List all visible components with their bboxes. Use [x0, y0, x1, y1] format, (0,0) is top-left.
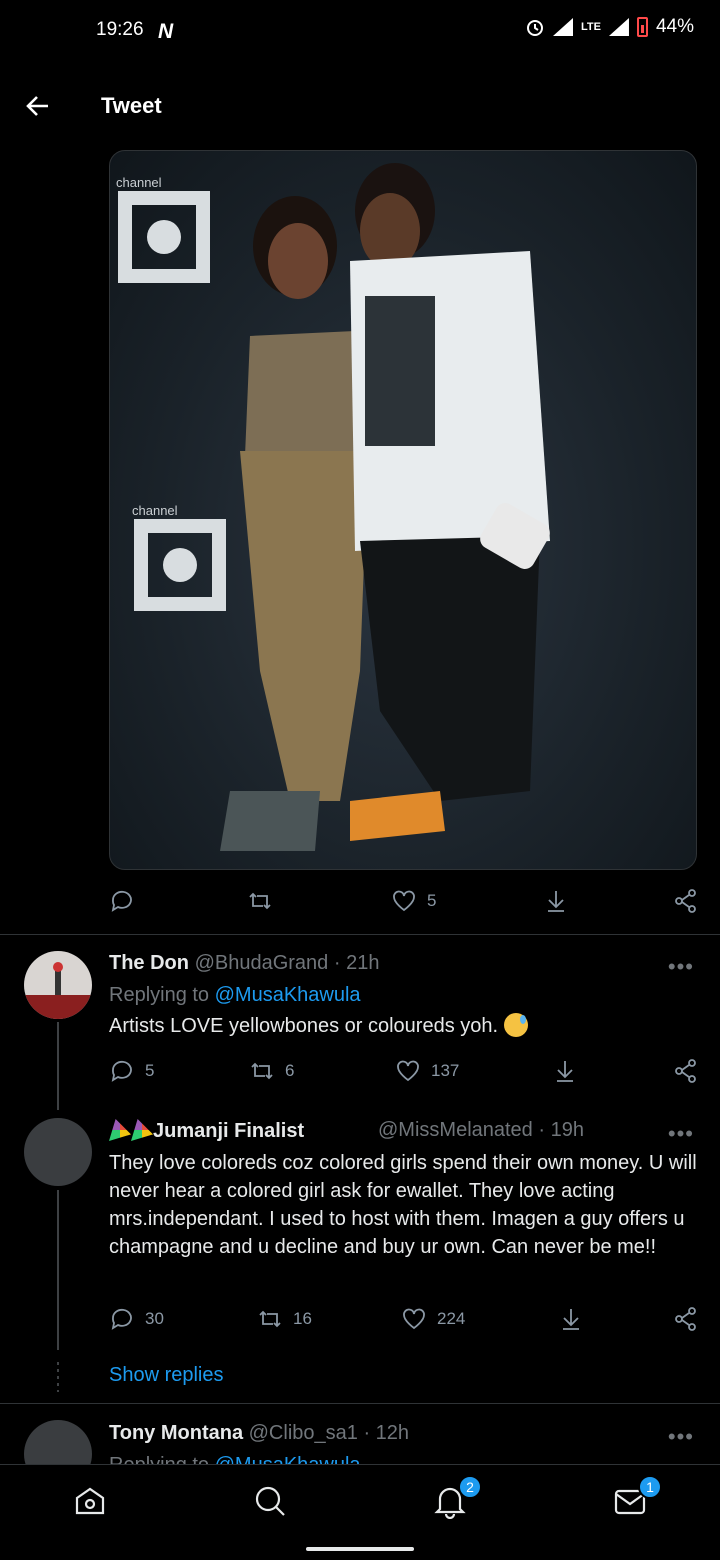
main-tweet-actions: 5 [109, 888, 699, 918]
retweet-count: 16 [293, 1309, 312, 1328]
thread-line-dotted [57, 1362, 59, 1392]
display-name: Tony Montana [109, 1422, 244, 1444]
reply-icon [111, 1060, 132, 1082]
replying-to: Replying to @MusaKhawula [109, 984, 361, 1007]
battery-icon [636, 17, 648, 37]
handle: @Clibo_sa1 [248, 1422, 358, 1444]
download-icon [557, 1061, 573, 1082]
reply-author[interactable]: Jumanji Finalist [109, 1119, 304, 1143]
nav-messages[interactable]: 1 [612, 1475, 662, 1523]
like-count: 5 [427, 891, 437, 910]
more-options-icon[interactable]: ••• [668, 954, 694, 980]
timestamp: · 21h [333, 952, 380, 974]
share-icon [675, 1059, 696, 1083]
heart-icon [393, 890, 415, 912]
photo-people [220, 163, 550, 851]
reply-button[interactable] [109, 888, 135, 914]
heart-icon [403, 1308, 425, 1330]
party-popper-icon [109, 1119, 131, 1141]
show-replies-link[interactable]: Show replies [109, 1364, 224, 1387]
retweet-button[interactable]: 6 [249, 1058, 294, 1084]
notifications-badge: 2 [458, 1475, 482, 1499]
thread-line [57, 1190, 59, 1350]
retweet-button[interactable] [247, 888, 273, 914]
reply-icon [111, 890, 132, 912]
reply-author[interactable]: The Don @BhudaGrand · 21h [109, 952, 379, 975]
avatar[interactable] [24, 951, 92, 1019]
status-time: 19:26 [96, 19, 144, 40]
share-icon [675, 889, 696, 913]
reply-text-content: Artists LOVE yellowbones or coloureds yo… [109, 1015, 499, 1037]
reply-icon [111, 1308, 132, 1330]
reply-count: 30 [145, 1309, 164, 1328]
divider [0, 1403, 720, 1404]
messages-badge: 1 [638, 1475, 662, 1499]
reply-button[interactable]: 30 [109, 1306, 164, 1332]
retweet-icon [249, 892, 271, 910]
download-icon [563, 1309, 579, 1330]
gesture-bar [306, 1547, 414, 1551]
display-name: Jumanji Finalist [153, 1120, 305, 1142]
more-options-icon[interactable]: ••• [668, 1121, 694, 1147]
page-title: Tweet [101, 93, 162, 118]
like-count: 224 [437, 1309, 466, 1328]
home-icon [75, 1487, 105, 1515]
retweet-count: 6 [285, 1061, 295, 1080]
download-icon [548, 891, 564, 912]
nav-home[interactable] [72, 1483, 112, 1523]
battery-percent: 44% [655, 16, 694, 37]
lte-indicator: LTE [581, 21, 601, 33]
reply-actions: 30 16 224 [109, 1306, 699, 1336]
handle: @BhudaGrand [194, 952, 329, 974]
timestamp: · 19h [538, 1119, 584, 1141]
like-button[interactable]: 5 [391, 888, 436, 914]
download-button[interactable] [552, 1058, 578, 1084]
more-options-icon[interactable]: ••• [668, 1424, 694, 1450]
top-header: Tweet [0, 70, 720, 142]
retweet-icon [259, 1310, 281, 1328]
retweet-button[interactable]: 16 [257, 1306, 312, 1332]
reply-text: Artists LOVE yellowbones or coloureds yo… [109, 1012, 704, 1040]
share-button[interactable] [673, 888, 699, 914]
signal-icon-2 [608, 18, 629, 36]
handle: @MissMelanated [378, 1119, 533, 1141]
like-count: 137 [431, 1061, 460, 1080]
display-name: The Don [109, 952, 189, 974]
reply-count: 5 [145, 1061, 155, 1080]
timestamp: · 12h [363, 1422, 410, 1444]
share-icon [675, 1307, 696, 1331]
tweet-media-image[interactable]: channel channel nnel [109, 150, 697, 870]
avatar[interactable] [24, 1118, 92, 1186]
search-icon [255, 1486, 285, 1516]
nav-search[interactable] [252, 1483, 292, 1523]
divider [0, 934, 720, 935]
avatar-image [24, 962, 92, 1019]
retweet-icon [251, 1062, 273, 1080]
status-bar: 19:26 N LTE 44% [0, 0, 720, 60]
reply-text: They love coloreds coz colored girls spe… [109, 1152, 697, 1258]
share-button[interactable] [673, 1058, 699, 1084]
alarm-icon [527, 20, 543, 36]
download-button[interactable] [558, 1306, 584, 1332]
netflix-notification-icon: N [158, 20, 174, 43]
back-arrow-icon[interactable] [22, 90, 54, 122]
reply-actions: 5 6 137 [109, 1058, 699, 1088]
signal-icon [553, 18, 573, 36]
share-button[interactable] [673, 1306, 699, 1332]
like-button[interactable]: 224 [401, 1306, 465, 1332]
heart-icon [397, 1060, 419, 1082]
replying-to-label: Replying to [109, 984, 210, 1006]
like-button[interactable]: 137 [395, 1058, 459, 1084]
reply-author-meta: @MissMelanated · 19h [378, 1119, 584, 1142]
thread-line [57, 1022, 59, 1110]
reply-button[interactable]: 5 [109, 1058, 154, 1084]
replying-to-handle[interactable]: @MusaKhawula [215, 984, 361, 1006]
party-popper-icon [131, 1119, 153, 1141]
nav-notifications[interactable]: 2 [432, 1475, 482, 1523]
sweat-smile-emoji-icon [503, 1013, 528, 1037]
bottom-nav: 2 1 [0, 1464, 720, 1560]
download-button[interactable] [543, 888, 569, 914]
reply-author[interactable]: Tony Montana @Clibo_sa1 · 12h [109, 1422, 409, 1445]
